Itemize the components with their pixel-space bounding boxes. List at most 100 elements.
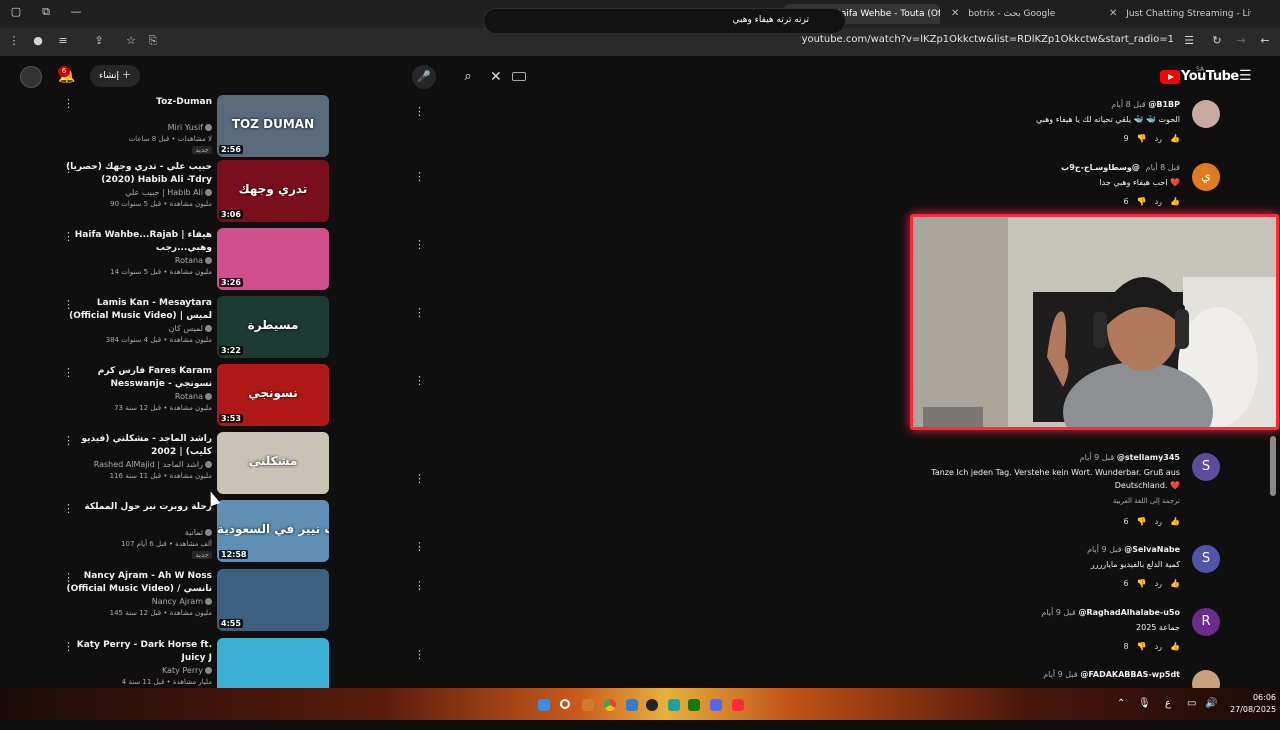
- like-icon[interactable]: 👍: [1170, 134, 1180, 143]
- comment-time[interactable]: قبل 8 أيام: [1111, 100, 1145, 109]
- like-icon[interactable]: 👍: [1170, 517, 1180, 526]
- playlist-item[interactable]: ⋮ Toz-Duman Miri Yusif لا مشاهدات • قبل 8 س…: [60, 95, 425, 159]
- channel-name[interactable]: Katy Perry: [162, 666, 212, 675]
- video-thumbnail[interactable]: مشكلني: [217, 432, 329, 494]
- like-icon[interactable]: 👍: [1170, 642, 1180, 651]
- video-title[interactable]: Toz-Duman: [64, 96, 212, 109]
- tab-close-icon[interactable]: ✕: [1109, 8, 1117, 19]
- video-thumbnail[interactable]: مسيطرة 3:22: [217, 296, 329, 358]
- video-more-menu-icon[interactable]: ⋮: [414, 374, 425, 387]
- taskbar-app-icon[interactable]: [582, 699, 594, 711]
- chrome-icon[interactable]: [604, 699, 616, 711]
- video-thumbnail[interactable]: تدري وجهك 3:06: [217, 160, 329, 222]
- comment-time[interactable]: قبل 9 أيام: [1043, 670, 1077, 679]
- comment-author[interactable]: قبل 9 أيام @stellamy345: [1077, 453, 1180, 462]
- dislike-icon[interactable]: 👎: [1137, 134, 1147, 143]
- tab-search-icon[interactable]: ⧉: [38, 5, 54, 19]
- playlist-item[interactable]: ⋮ Lamis Kan - Mesaytara (Official Music V…: [60, 296, 425, 360]
- channel-name[interactable]: Nancy Ajram: [152, 597, 212, 606]
- video-more-menu-icon[interactable]: ⋮: [414, 472, 425, 485]
- back-icon[interactable]: ←: [1257, 34, 1273, 47]
- video-thumbnail[interactable]: 4:55: [217, 569, 329, 631]
- search-icon[interactable]: ⌕: [454, 64, 482, 90]
- comment-author[interactable]: قبل 8 أيام @وسطاوسـاج-ج9ب: [1061, 163, 1180, 172]
- video-more-menu-icon[interactable]: ⋮: [414, 105, 425, 118]
- volume-icon[interactable]: 🔊: [1205, 698, 1217, 709]
- url-field[interactable]: youtube.com/watch?v=lKZp1Okkctw&list=RDl…: [802, 34, 1174, 45]
- comment-author[interactable]: قبل 8 أيام @B1BP: [1108, 100, 1180, 109]
- video-title[interactable]: حبيب علي - تدري وجهك (حصريا) (2020) Habi…: [64, 161, 212, 188]
- edge-icon[interactable]: [626, 699, 638, 711]
- forward-icon[interactable]: →: [1233, 34, 1249, 47]
- video-more-menu-icon[interactable]: ⋮: [414, 170, 425, 183]
- channel-name[interactable]: لميس كان: [169, 324, 212, 333]
- dislike-icon[interactable]: 👎: [1137, 197, 1147, 206]
- video-more-menu-icon[interactable]: ⋮: [414, 238, 425, 251]
- dislike-icon[interactable]: 👎: [1137, 642, 1147, 651]
- like-icon[interactable]: 👍: [1170, 197, 1180, 206]
- taskbar-app-icon-3[interactable]: [732, 699, 744, 711]
- reply-button[interactable]: رد: [1155, 579, 1162, 588]
- reply-button[interactable]: رد: [1155, 197, 1162, 206]
- comments-scrollbar[interactable]: [1270, 96, 1276, 688]
- reload-icon[interactable]: ↻: [1209, 34, 1225, 47]
- reply-button[interactable]: رد: [1155, 517, 1162, 526]
- comment-avatar[interactable]: S: [1192, 453, 1220, 481]
- profile-icon[interactable]: ●: [30, 34, 46, 47]
- taskbar-app-icon-2[interactable]: [668, 699, 680, 711]
- video-thumbnail[interactable]: رحلة روبرت نيير في السعودية 12:58: [217, 500, 329, 562]
- playlist-item[interactable]: ⋮ فارس كرم Fares Karam Nesswanje - نسونجي…: [60, 364, 425, 428]
- comment-time[interactable]: قبل 9 أيام: [1080, 453, 1114, 462]
- clock-date[interactable]: 27/08/2025: [1230, 705, 1276, 714]
- extensions-icon[interactable]: ≡: [55, 34, 71, 47]
- tab-just-chatting[interactable]: ✕ Just Chatting Streaming - Live: [1103, 4, 1251, 24]
- dislike-icon[interactable]: 👎: [1137, 579, 1147, 588]
- network-icon[interactable]: ▭: [1187, 698, 1196, 709]
- minimize-icon[interactable]: —: [68, 5, 84, 18]
- channel-name[interactable]: ثمانية: [185, 528, 212, 537]
- video-thumbnail[interactable]: نسونجي 3:53: [217, 364, 329, 426]
- xbox-icon[interactable]: [688, 699, 700, 711]
- reply-button[interactable]: رد: [1155, 134, 1162, 143]
- video-title[interactable]: راشد الماجد - مشكلني (فيديو كليب) | 2002: [64, 433, 212, 459]
- translate-link[interactable]: ترجمة إلى اللغة العربية: [1113, 497, 1180, 505]
- keyboard-icon[interactable]: [512, 72, 526, 81]
- comment-avatar[interactable]: [1192, 100, 1220, 128]
- windows-start-icon[interactable]: [538, 699, 550, 711]
- channel-name[interactable]: Rotana: [175, 392, 212, 401]
- video-more-menu-icon[interactable]: ⋮: [414, 540, 425, 553]
- like-icon[interactable]: 👍: [1170, 579, 1180, 588]
- share-icon[interactable]: ⇪: [91, 34, 107, 47]
- hamburger-menu-icon[interactable]: ☰: [1239, 68, 1252, 84]
- tab-google-search[interactable]: ✕ botrix - بحث Google: [945, 4, 1095, 24]
- site-settings-icon[interactable]: ☰: [1181, 34, 1197, 47]
- playlist-item[interactable]: ⋮ رحلة روبرت نير حول المملكة ثمانية 107 ألف…: [60, 500, 425, 564]
- video-more-menu-icon[interactable]: ⋮: [414, 306, 425, 319]
- window-menu-icon[interactable]: ▢: [8, 5, 24, 18]
- playlist-item[interactable]: ⋮ حبيب علي - تدري وجهك (حصريا) (2020) Hab…: [60, 160, 425, 224]
- video-title[interactable]: Nancy Ajram - Ah W Noss (Official Music …: [64, 570, 212, 597]
- playlist-item[interactable]: ⋮ Nancy Ajram - Ah W Noss (Official Music…: [60, 569, 425, 633]
- video-more-menu-icon[interactable]: ⋮: [414, 579, 425, 592]
- dislike-icon[interactable]: 👎: [1137, 517, 1147, 526]
- channel-name[interactable]: Miri Yusif: [168, 123, 212, 132]
- playlist-item[interactable]: ⋮ راشد الماجد - مشكلني (فيديو كليب) | 200…: [60, 432, 425, 496]
- video-title[interactable]: Haifa Wahbe...Rajab | هيفاء وهبي...رجب: [64, 229, 212, 255]
- video-more-menu-icon[interactable]: ⋮: [414, 648, 425, 661]
- clock-time[interactable]: 06:06: [1240, 693, 1276, 702]
- more-menu-icon[interactable]: ⋮: [6, 34, 22, 47]
- account-avatar[interactable]: [20, 66, 42, 88]
- channel-name[interactable]: Rotana: [175, 256, 212, 265]
- video-thumbnail[interactable]: 3:26: [217, 228, 329, 290]
- comment-avatar[interactable]: S: [1192, 545, 1220, 573]
- playlist-item[interactable]: ⋮ Haifa Wahbe...Rajab | هيفاء وهبي...رجب R…: [60, 228, 425, 292]
- discord-icon[interactable]: [710, 699, 722, 711]
- taskbar-search-icon[interactable]: [560, 699, 570, 709]
- comment-time[interactable]: قبل 8 أيام: [1146, 163, 1180, 172]
- channel-name[interactable]: Rashed AlMajid | راشد الماجد: [94, 460, 212, 469]
- video-title[interactable]: فارس كرم Fares Karam Nesswanje - نسونجي: [64, 365, 212, 391]
- tab-close-icon[interactable]: ✕: [951, 8, 959, 19]
- input-language[interactable]: ع: [1165, 698, 1171, 709]
- comment-author[interactable]: قبل 9 أيام @FADAKABBAS-wp5dt: [1040, 670, 1180, 679]
- comment-author[interactable]: قبل 9 أيام @RaghadAlhalabe-u5o: [1038, 608, 1180, 617]
